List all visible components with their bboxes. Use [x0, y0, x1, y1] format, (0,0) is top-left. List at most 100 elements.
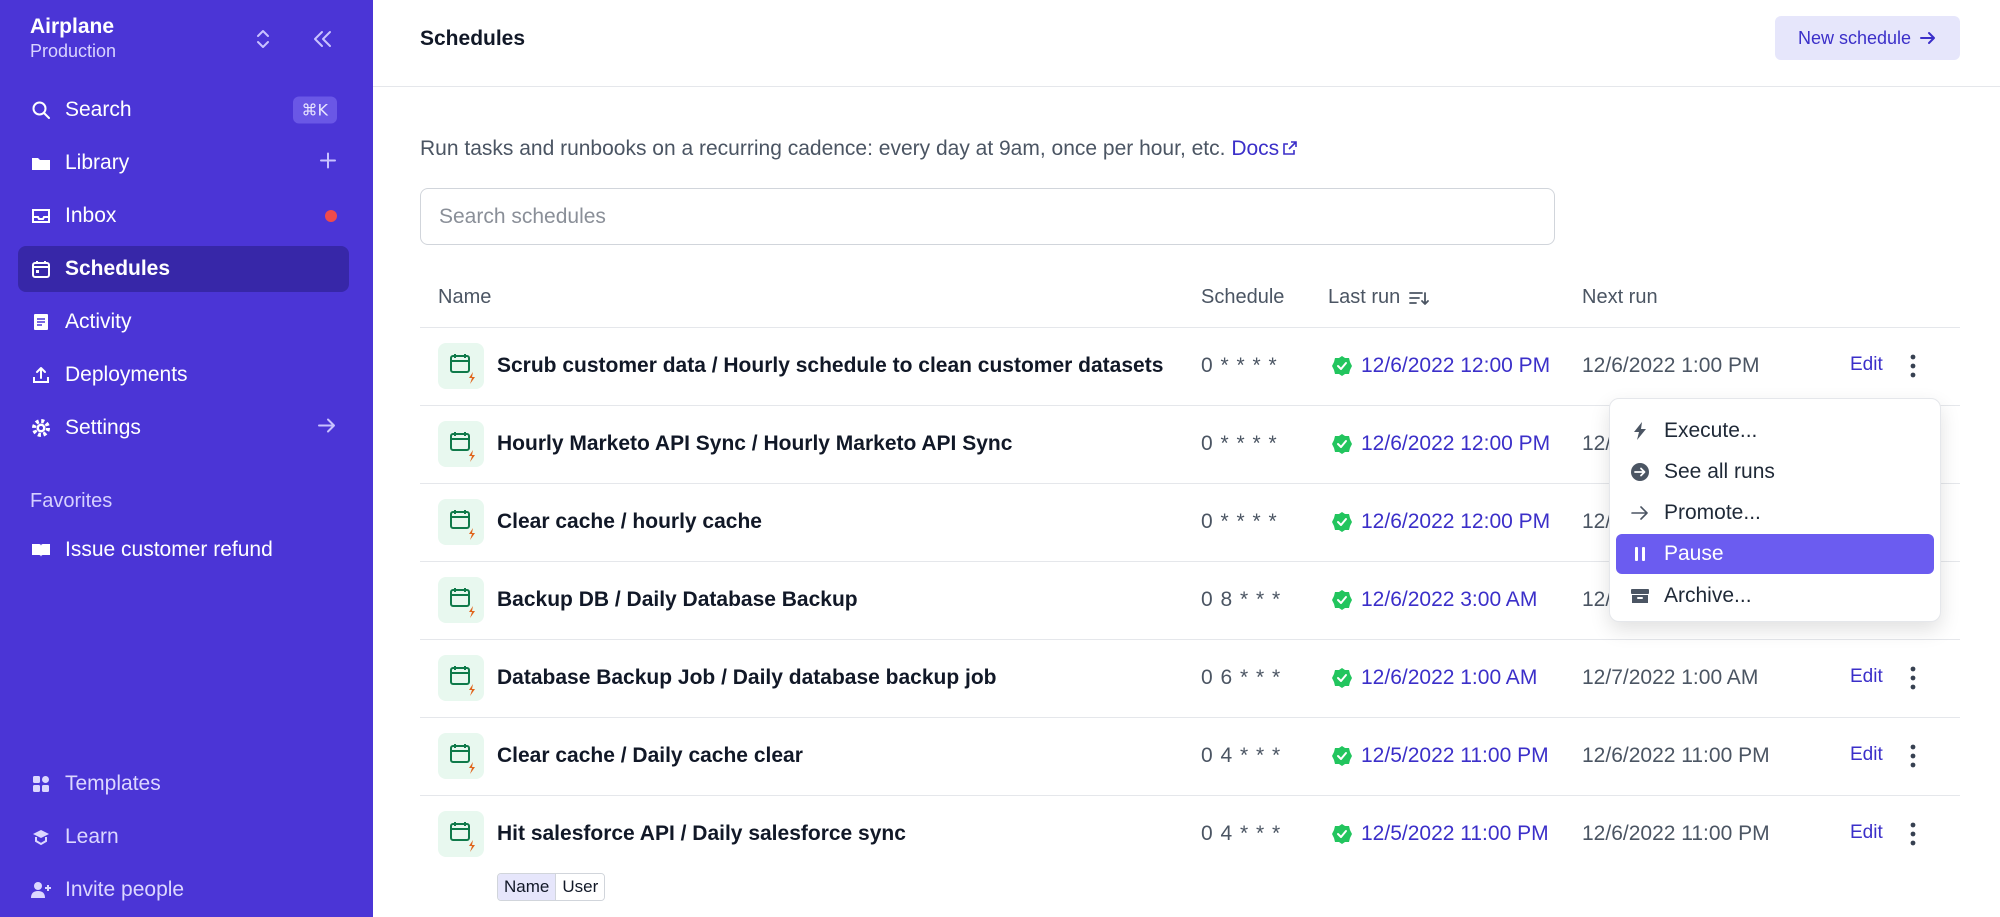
table-row[interactable]: Scrub customer data / Hourly schedule to…	[420, 328, 1960, 406]
more-vertical-icon[interactable]	[1908, 352, 1918, 380]
last-run-link[interactable]: 12/6/2022 1:00 AM	[1331, 666, 1537, 690]
last-run-time: 12/6/2022 3:00 AM	[1361, 588, 1538, 611]
sidebar-item-deployments[interactable]: Deployments	[18, 352, 349, 398]
menu-item-pause[interactable]: Pause	[1616, 534, 1934, 574]
sidebar-item-templates[interactable]: Templates	[18, 761, 349, 807]
last-run-link[interactable]: 12/6/2022 12:00 PM	[1331, 354, 1550, 378]
sidebar-item-search[interactable]: Search ⌘K	[18, 87, 349, 133]
cron-expression: 0 * * * *	[1201, 510, 1278, 533]
arrow-right-icon	[317, 417, 337, 440]
next-run-time: 12/6/2022 1:00 PM	[1582, 354, 1760, 377]
collapse-sidebar-icon[interactable]	[310, 26, 336, 52]
column-label: Next run	[1582, 286, 1658, 308]
sidebar-item-schedules[interactable]: Schedules	[18, 246, 349, 292]
sidebar-item-label: Learn	[65, 825, 119, 848]
menu-item-execute[interactable]: Execute...	[1616, 411, 1934, 451]
edit-link[interactable]: Edit	[1850, 666, 1883, 688]
column-header-next-run[interactable]: Next run	[1582, 286, 1658, 309]
edit-link[interactable]: Edit	[1850, 822, 1883, 844]
last-run-link[interactable]: 12/5/2022 11:00 PM	[1331, 822, 1549, 846]
sidebar-item-invite[interactable]: Invite people	[18, 867, 349, 913]
user-plus-icon	[30, 879, 52, 901]
favorites-heading: Favorites	[30, 490, 113, 512]
cron-expression: 0 4 * * *	[1201, 822, 1282, 845]
sidebar-item-label: Invite people	[65, 878, 185, 901]
edit-link[interactable]: Edit	[1850, 744, 1883, 766]
schedule-icon	[438, 343, 484, 389]
arrow-right-icon	[1920, 32, 1936, 44]
success-check-icon	[1332, 824, 1352, 844]
next-run-time: 12/7/2022 1:00 AM	[1582, 666, 1759, 689]
new-schedule-button[interactable]: New schedule	[1775, 16, 1960, 60]
folder-icon	[30, 152, 52, 174]
schedule-icon	[438, 577, 484, 623]
schedule-name[interactable]: Scrub customer data / Hourly schedule to…	[497, 354, 1163, 378]
cron-expression: 0 4 * * *	[1201, 744, 1282, 767]
sidebar-item-activity[interactable]: Activity	[18, 299, 349, 345]
workspace-env: Production	[30, 41, 117, 61]
menu-item-see-all-runs[interactable]: See all runs	[1616, 452, 1934, 492]
table-row[interactable]: Hit salesforce API / Daily salesforce sy…	[420, 796, 1960, 874]
last-run-link[interactable]: 12/6/2022 12:00 PM	[1331, 432, 1550, 456]
workspace-info[interactable]: Airplane Production	[30, 14, 116, 62]
gear-icon	[30, 417, 52, 439]
next-run-time: 12/	[1582, 510, 1612, 533]
favorite-label: Issue customer refund	[65, 538, 273, 561]
cron-expression: 0 * * * *	[1201, 432, 1278, 455]
tag-chip-user[interactable]: User	[555, 874, 605, 900]
more-vertical-icon[interactable]	[1908, 742, 1918, 770]
success-check-icon	[1332, 512, 1352, 532]
archive-icon	[1630, 586, 1650, 606]
sidebar-item-label: Inbox	[65, 204, 117, 227]
success-check-icon	[1332, 434, 1352, 454]
next-run-time: 12/6/2022 11:00 PM	[1582, 822, 1770, 845]
sort-descending-icon[interactable]	[1408, 288, 1430, 308]
more-vertical-icon[interactable]	[1908, 820, 1918, 848]
last-run-link[interactable]: 12/6/2022 3:00 AM	[1331, 588, 1537, 612]
table-row[interactable]: Database Backup Job / Daily database bac…	[420, 640, 1960, 718]
table-row[interactable]: Clear cache / Daily cache clear 0 4 * * …	[420, 718, 1960, 796]
success-check-icon	[1332, 590, 1352, 610]
schedule-name[interactable]: Hit salesforce API / Daily salesforce sy…	[497, 822, 906, 846]
sidebar-item-settings[interactable]: Settings	[18, 405, 349, 451]
edit-link[interactable]: Edit	[1850, 354, 1883, 376]
schedule-name[interactable]: Clear cache / hourly cache	[497, 510, 762, 534]
header: Schedules New schedule	[373, 0, 2000, 87]
last-run-link[interactable]: 12/5/2022 11:00 PM	[1331, 744, 1549, 768]
menu-item-label: Execute...	[1664, 419, 1758, 442]
sidebar-item-label: Library	[65, 151, 130, 174]
favorite-item[interactable]: Issue customer refund	[18, 527, 349, 573]
last-run-link[interactable]: 12/6/2022 12:00 PM	[1331, 510, 1550, 534]
column-header-name[interactable]: Name	[438, 286, 491, 309]
column-header-schedule[interactable]: Schedule	[1201, 286, 1284, 309]
sidebar-item-library[interactable]: Library	[18, 140, 349, 186]
row-actions-menu: Execute... See all runs Promote... Pause…	[1609, 398, 1941, 622]
search-input[interactable]	[420, 188, 1555, 245]
sidebar-item-label: Deployments	[65, 363, 188, 386]
schedule-name[interactable]: Clear cache / Daily cache clear	[497, 744, 803, 768]
templates-icon	[30, 773, 52, 795]
plus-icon[interactable]	[319, 152, 337, 175]
chevron-up-down-icon[interactable]	[252, 26, 274, 52]
sidebar-item-label: Templates	[65, 772, 161, 795]
next-run-time: 12/	[1582, 588, 1612, 611]
column-header-last-run[interactable]: Last run	[1328, 286, 1430, 309]
schedule-name[interactable]: Database Backup Job / Daily database bac…	[497, 666, 997, 690]
menu-item-promote[interactable]: Promote...	[1616, 493, 1934, 533]
last-run-time: 12/6/2022 12:00 PM	[1361, 432, 1551, 455]
search-icon	[30, 99, 52, 121]
schedule-name[interactable]: Hourly Marketo API Sync / Hourly Marketo…	[497, 432, 1012, 456]
workspace-name: Airplane	[30, 15, 115, 38]
menu-item-archive[interactable]: Archive...	[1616, 576, 1934, 616]
search-shortcut-badge: ⌘K	[292, 96, 337, 124]
learn-icon	[30, 826, 52, 848]
more-vertical-icon[interactable]	[1908, 664, 1918, 692]
docs-link[interactable]: Docs	[1231, 137, 1298, 160]
sidebar-item-inbox[interactable]: Inbox	[18, 193, 349, 239]
schedule-name[interactable]: Backup DB / Daily Database Backup	[497, 588, 858, 612]
schedule-icon	[438, 499, 484, 545]
sidebar-item-learn[interactable]: Learn	[18, 814, 349, 860]
sidebar: Airplane Production Search ⌘K Library In…	[0, 0, 373, 917]
tag-chip-name[interactable]: Name	[498, 874, 556, 900]
success-check-icon	[1332, 356, 1352, 376]
